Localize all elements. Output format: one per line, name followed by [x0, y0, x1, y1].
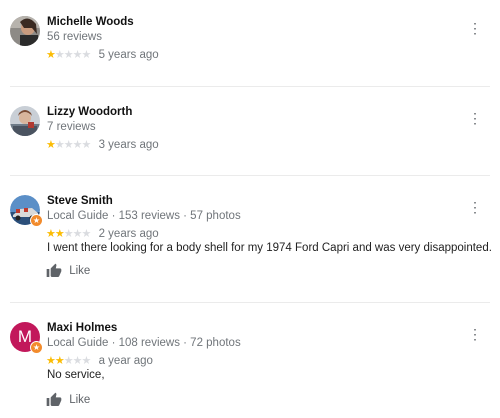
profile-photo-icon	[10, 16, 40, 46]
star-icon: ★	[72, 228, 83, 240]
rating-row: ★★★★★ 3 years ago	[46, 138, 159, 152]
thumbs-up-icon	[46, 263, 62, 277]
divider	[10, 175, 490, 176]
star-icon: ★	[54, 139, 65, 151]
review-card: Michelle Woods 56 reviews ★★★★★ 5 years …	[0, 16, 500, 76]
reviewer-name[interactable]: Lizzy Woodorth	[47, 106, 132, 118]
star-rating: ★★★★★	[46, 354, 92, 367]
star-icon: ★	[46, 228, 56, 240]
review-time: 5 years ago	[98, 48, 159, 61]
reviewer-meta[interactable]: Local Guide · 153 reviews · 57 photos	[47, 210, 241, 222]
star-icon: ★	[63, 49, 74, 61]
rating-row: ★★★★★ 2 years ago	[46, 227, 159, 241]
review-time: 2 years ago	[98, 227, 159, 240]
rating-row: ★★★★★ a year ago	[46, 354, 153, 368]
divider	[10, 86, 490, 87]
more-options-icon[interactable]: ⋮	[468, 110, 482, 126]
star-icon: ★	[46, 139, 56, 151]
star-icon: ★	[81, 355, 92, 367]
reviewer-name[interactable]: Steve Smith	[47, 195, 113, 207]
more-options-icon[interactable]: ⋮	[468, 199, 482, 215]
review-text: I went there looking for a body shell fo…	[47, 242, 492, 254]
thumbs-up-icon	[46, 392, 62, 406]
local-guide-star-icon: ★	[30, 214, 43, 227]
star-icon: ★	[81, 139, 92, 151]
star-rating: ★★★★★	[46, 227, 92, 240]
review-card: Lizzy Woodorth 7 reviews ★★★★★ 3 years a…	[0, 106, 500, 166]
reviewer-name[interactable]: Maxi Holmes	[47, 322, 117, 334]
reviewer-avatar[interactable]	[10, 16, 40, 46]
more-options-icon[interactable]: ⋮	[468, 326, 482, 342]
reviewer-avatar[interactable]: M ★	[10, 322, 43, 354]
local-guide-star-icon: ★	[30, 341, 43, 354]
star-icon: ★	[46, 49, 56, 61]
star-icon: ★	[54, 49, 65, 61]
reviewer-meta[interactable]: Local Guide · 108 reviews · 72 photos	[47, 337, 241, 349]
like-label: Like	[69, 394, 91, 406]
review-time: a year ago	[98, 354, 153, 367]
reviewer-meta[interactable]: 7 reviews	[47, 121, 96, 133]
review-text: No service,	[47, 369, 105, 381]
star-icon: ★	[63, 355, 74, 367]
like-button[interactable]: Like	[46, 263, 90, 281]
like-button[interactable]: Like	[46, 392, 90, 410]
reviewer-avatar[interactable]	[10, 106, 40, 136]
star-icon: ★	[63, 228, 74, 240]
reviewer-avatar[interactable]: ★	[10, 195, 43, 227]
profile-photo-icon	[10, 106, 40, 136]
star-icon: ★	[72, 139, 83, 151]
star-icon: ★	[81, 49, 92, 61]
divider	[10, 302, 490, 303]
star-rating: ★★★★★	[46, 48, 92, 61]
like-label: Like	[69, 265, 91, 277]
more-options-icon[interactable]: ⋮	[468, 20, 482, 36]
review-card: M ★ Maxi Holmes Local Guide · 108 review…	[0, 322, 500, 418]
star-icon: ★	[81, 228, 92, 240]
review-card: ★ Steve Smith Local Guide · 153 reviews …	[0, 195, 500, 285]
star-icon: ★	[72, 355, 83, 367]
star-icon: ★	[54, 228, 65, 240]
star-icon: ★	[46, 355, 56, 367]
review-time: 3 years ago	[98, 138, 159, 151]
reviewer-meta[interactable]: 56 reviews	[47, 31, 102, 43]
rating-row: ★★★★★ 5 years ago	[46, 48, 159, 62]
star-rating: ★★★★★	[46, 138, 92, 151]
star-icon: ★	[54, 355, 65, 367]
reviewer-name[interactable]: Michelle Woods	[47, 16, 134, 28]
star-icon: ★	[72, 49, 83, 61]
star-icon: ★	[63, 139, 74, 151]
